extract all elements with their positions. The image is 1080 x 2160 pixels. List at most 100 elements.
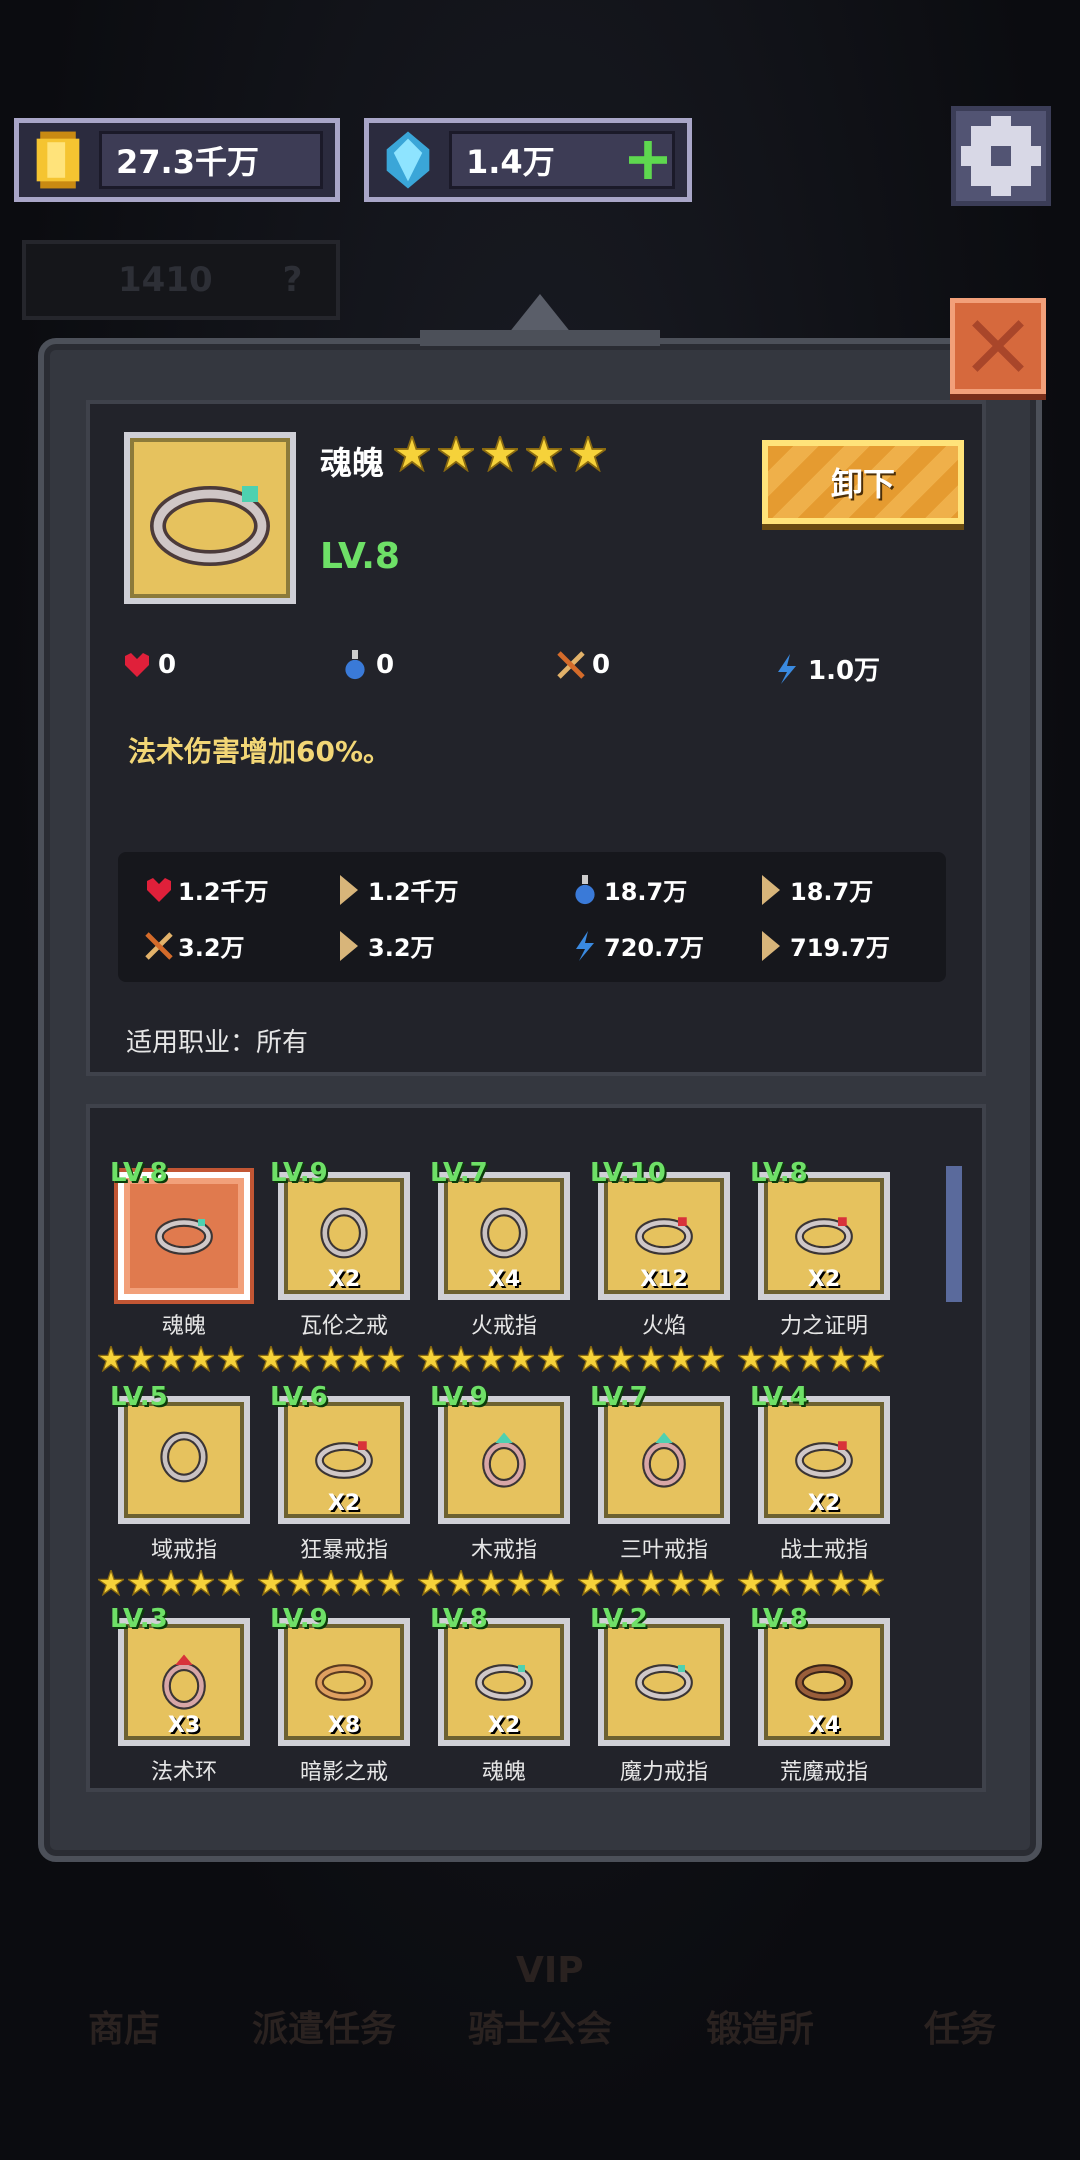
- inventory-slot[interactable]: LV.5: [110, 1382, 250, 1524]
- inventory-slot[interactable]: LV.8: [110, 1158, 250, 1300]
- item-name: 魂魄: [320, 444, 385, 482]
- star-icon: [375, 1567, 407, 1600]
- ring-icon: [315, 1664, 373, 1701]
- star-icon: [415, 1343, 447, 1376]
- slot-stars: [255, 1567, 407, 1600]
- slot-level: LV.8: [430, 1604, 488, 1634]
- lightning-icon: [576, 930, 594, 961]
- slot-name: 火焰: [641, 1314, 686, 1339]
- total-atk-current: 3.2万: [144, 928, 245, 963]
- slot-level: LV.9: [270, 1158, 328, 1188]
- slot-quantity: X2: [807, 1491, 841, 1516]
- inventory-slot[interactable]: LV.7 X4: [430, 1158, 570, 1300]
- stat-atk: 0: [556, 650, 610, 680]
- total-magic-current: 720.7万: [570, 928, 704, 963]
- star-icon: [125, 1343, 157, 1376]
- star-icon: [475, 1343, 507, 1376]
- slot-stars: [255, 1343, 407, 1376]
- ring-icon: [795, 1441, 853, 1479]
- star-icon: [95, 1567, 127, 1600]
- star-icon: [855, 1567, 887, 1600]
- star-icon: [765, 1567, 797, 1600]
- inventory-scrollbar[interactable]: [946, 1166, 962, 1302]
- star-icon: [735, 1567, 767, 1600]
- nav-guild[interactable]: 骑士公会: [440, 2000, 640, 2052]
- slot-level: LV.2: [590, 1604, 648, 1634]
- star-icon: [482, 436, 518, 472]
- ring-icon: [475, 1664, 533, 1701]
- star-icon: [535, 1343, 567, 1376]
- inventory-slot[interactable]: LV.4 X2: [750, 1382, 890, 1524]
- ring-icon: [642, 1432, 686, 1488]
- star-icon: [315, 1567, 347, 1600]
- star-icon: [285, 1567, 317, 1600]
- arrow-right-icon: [340, 874, 358, 905]
- star-icon: [605, 1343, 637, 1376]
- slot-level: LV.8: [110, 1158, 168, 1188]
- star-icon: [795, 1343, 827, 1376]
- star-icon: [695, 1343, 727, 1376]
- slot-level: LV.8: [750, 1158, 808, 1188]
- slot-level: LV.7: [430, 1158, 488, 1188]
- slot-quantity: X2: [807, 1267, 841, 1292]
- star-icon: [345, 1567, 377, 1600]
- inventory-slot[interactable]: LV.8 X2: [430, 1604, 570, 1746]
- item-stars: [394, 436, 606, 472]
- slot-level: LV.5: [110, 1382, 168, 1412]
- ring-icon: [635, 1217, 693, 1255]
- inventory-slot[interactable]: LV.8 X4: [750, 1604, 890, 1746]
- close-button[interactable]: [950, 298, 1046, 394]
- nav-dispatch[interactable]: 派遣任务: [224, 2000, 424, 2052]
- settings-gear-icon[interactable]: [948, 106, 1054, 206]
- nav-shop[interactable]: 商店: [24, 2000, 224, 2052]
- star-icon: [155, 1567, 187, 1600]
- slot-level: LV.3: [110, 1604, 168, 1634]
- ring-icon: [162, 1654, 206, 1710]
- slot-name: 瓦伦之戒: [299, 1314, 388, 1339]
- sword-icon: [557, 651, 585, 679]
- nav-vip-badge: VIP: [516, 1950, 584, 1991]
- ring-icon: [482, 1432, 526, 1488]
- star-icon: [825, 1567, 857, 1600]
- inventory-slot[interactable]: LV.2: [590, 1604, 730, 1746]
- slot-quantity: X8: [327, 1713, 361, 1738]
- star-icon: [415, 1567, 447, 1600]
- nav-quests[interactable]: 任务: [860, 2000, 1060, 2052]
- inventory-slot[interactable]: LV.9 X2: [270, 1158, 410, 1300]
- nav-forge[interactable]: 锻造所: [660, 2000, 860, 2052]
- star-icon: [255, 1567, 287, 1600]
- total-magic-new: 719.7万: [756, 928, 890, 963]
- slot-stars: [415, 1567, 567, 1600]
- slot-stars: [95, 1567, 247, 1600]
- slot-level: LV.9: [270, 1604, 328, 1634]
- slot-quantity: X2: [327, 1267, 361, 1292]
- inventory-slot[interactable]: LV.10 X12: [590, 1158, 730, 1300]
- inventory-slot[interactable]: LV.9: [430, 1382, 570, 1524]
- slot-name: 法术环: [150, 1760, 217, 1785]
- star-icon: [575, 1567, 607, 1600]
- add-gems-icon[interactable]: [629, 141, 667, 179]
- inventory-slot[interactable]: LV.8 X2: [750, 1158, 890, 1300]
- stat-hp: 0: [122, 650, 176, 680]
- star-icon: [665, 1343, 697, 1376]
- ring-icon: [315, 1441, 373, 1479]
- inventory-slot[interactable]: LV.6 X2: [270, 1382, 410, 1524]
- gem-icon: [386, 131, 430, 189]
- total-mp-new: 18.7万: [756, 872, 873, 907]
- star-icon: [570, 436, 606, 472]
- star-icon: [475, 1567, 507, 1600]
- slot-quantity: X2: [487, 1713, 521, 1738]
- slot-name: 荒魔戒指: [779, 1760, 868, 1785]
- unequip-button[interactable]: 卸下: [762, 440, 964, 524]
- inventory-slot[interactable]: LV.3 X3: [110, 1604, 250, 1746]
- slot-level: LV.7: [590, 1382, 648, 1412]
- slot-name: 火戒指: [470, 1314, 537, 1339]
- gold-bar: 27.3千万: [14, 118, 340, 202]
- ring-icon: [320, 1207, 368, 1259]
- inventory-slot[interactable]: LV.7: [590, 1382, 730, 1524]
- star-icon: [345, 1343, 377, 1376]
- ring-icon: [795, 1217, 853, 1255]
- inventory-slot[interactable]: LV.9 X8: [270, 1604, 410, 1746]
- slot-quantity: X12: [640, 1267, 688, 1292]
- slot-name: 魔力戒指: [619, 1760, 708, 1785]
